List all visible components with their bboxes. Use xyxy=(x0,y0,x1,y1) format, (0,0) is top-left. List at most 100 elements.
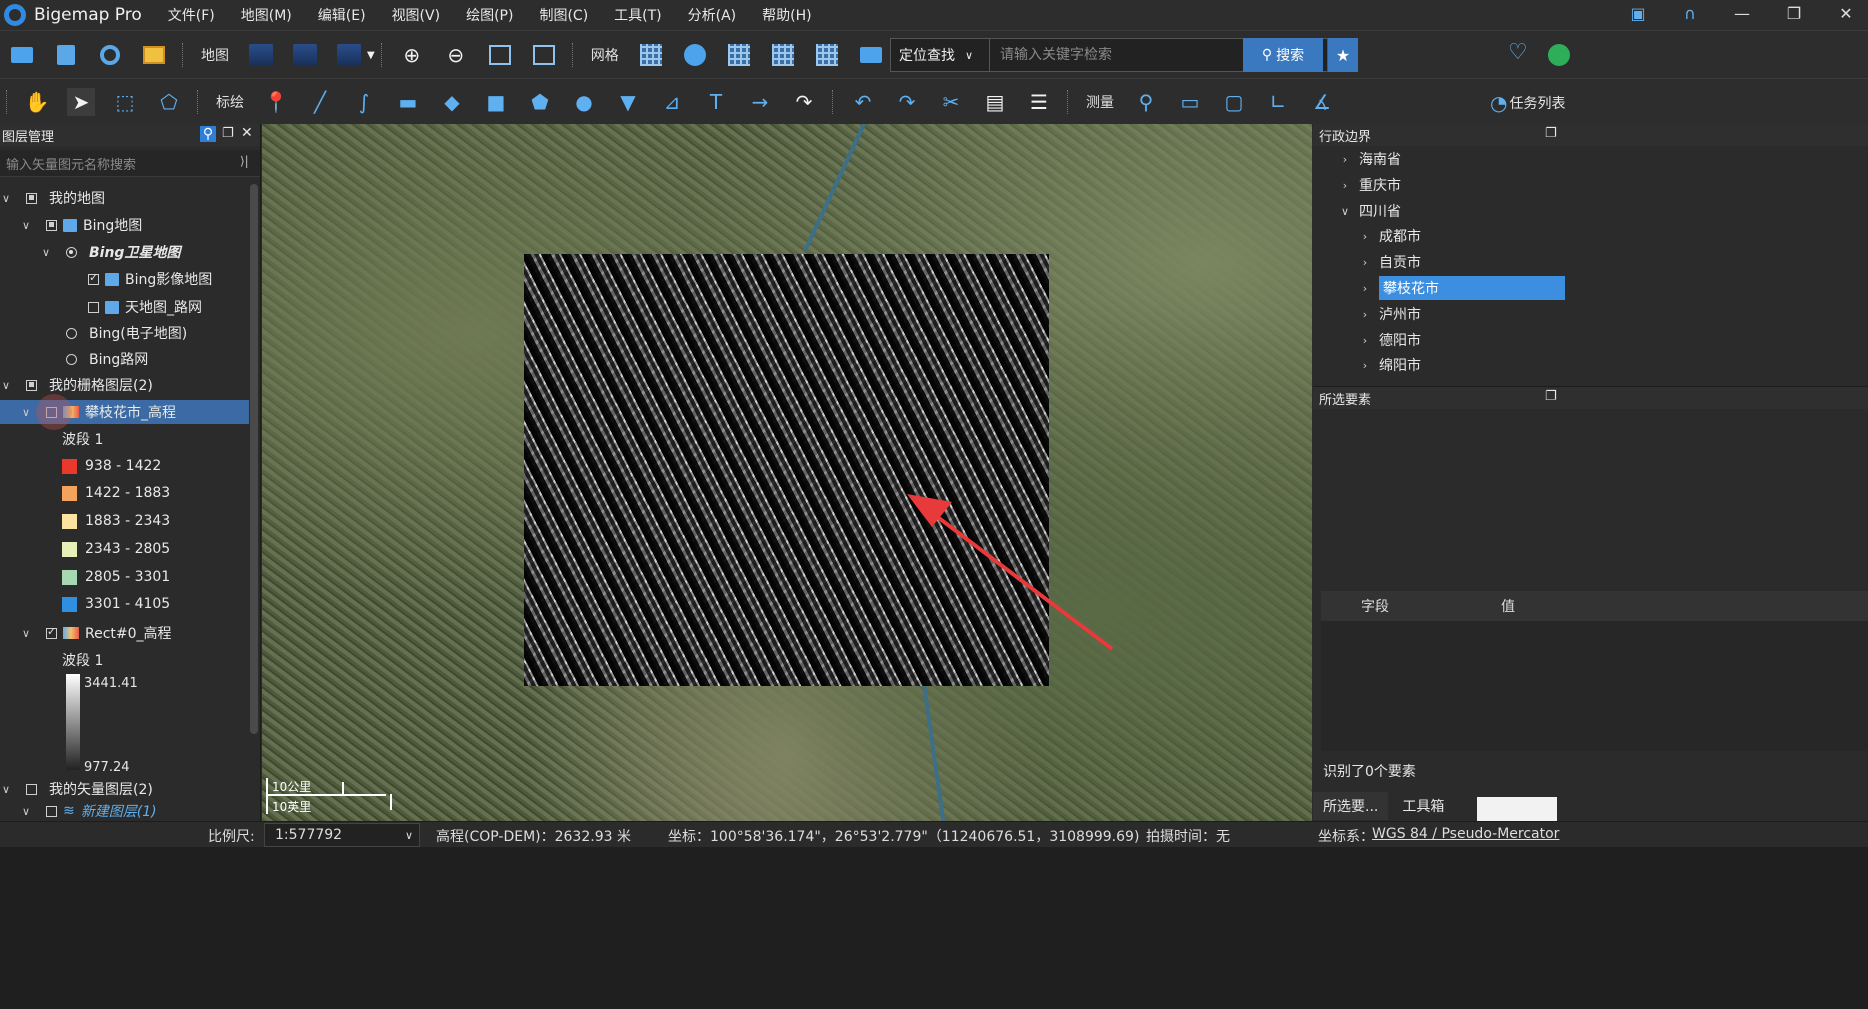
menu-file[interactable]: 文件(F) xyxy=(168,5,215,25)
map-source-button-1[interactable] xyxy=(247,41,275,69)
support-icon[interactable]: ∩ xyxy=(1678,4,1702,23)
tree-item-bing-imagery[interactable]: Bing影像地图 xyxy=(88,267,212,291)
draw-square-button[interactable]: ■ xyxy=(482,88,510,116)
chevron-down-icon[interactable]: ∨ xyxy=(20,627,32,640)
tree-item-my-map[interactable]: ∨ 我的地图 xyxy=(0,186,105,210)
tree-item-bing-map[interactable]: ∨ Bing地图 xyxy=(20,213,142,237)
zoom-in-button[interactable]: ⊕ xyxy=(398,41,426,69)
chevron-right-icon[interactable]: › xyxy=(1339,153,1351,166)
admin-item[interactable]: ∨ 四川省 xyxy=(1339,199,1401,223)
polygon-select-button[interactable]: ⬠ xyxy=(155,88,183,116)
wechat-icon[interactable] xyxy=(1548,44,1570,66)
draw-line-button[interactable]: ╱ xyxy=(306,88,334,116)
layer-checkbox[interactable] xyxy=(26,379,37,391)
menu-map[interactable]: 地图(M) xyxy=(241,5,292,25)
chevron-right-icon[interactable]: › xyxy=(1359,359,1371,372)
layer-search-input[interactable]: 输入矢量图元名称搜索 ⟩| xyxy=(0,150,260,177)
admin-item[interactable]: › 自贡市 xyxy=(1359,250,1421,274)
mgrs-grid-button[interactable] xyxy=(813,41,841,69)
admin-item[interactable]: › 重庆市 xyxy=(1339,173,1401,197)
task-list-button[interactable]: ◔ 任务列表 xyxy=(1490,91,1565,115)
close-icon[interactable]: ✕ xyxy=(241,125,253,141)
layer-radio[interactable] xyxy=(66,353,77,365)
admin-item[interactable]: › 海南省 xyxy=(1339,147,1401,171)
tab-selected-features[interactable]: 所选要... xyxy=(1313,792,1389,820)
chevron-down-icon[interactable]: ∨ xyxy=(40,246,52,259)
tab-toolbox[interactable]: 工具箱 xyxy=(1388,792,1458,820)
menu-view[interactable]: 视图(V) xyxy=(392,5,441,25)
layer-checkbox[interactable] xyxy=(46,805,57,817)
tree-item-raster-layers[interactable]: ∨ 我的栅格图层(2) xyxy=(0,373,153,397)
chevron-right-icon[interactable]: › xyxy=(1339,179,1351,192)
km-grid-button[interactable] xyxy=(725,41,753,69)
chevron-down-icon[interactable]: ∨ xyxy=(20,406,32,419)
redo-button[interactable]: ↷ xyxy=(893,88,921,116)
chevron-right-icon[interactable]: › xyxy=(1359,308,1371,321)
nm-grid-button[interactable] xyxy=(769,41,797,69)
tree-item-tianditu-road[interactable]: 天地图_路网 xyxy=(88,295,202,319)
tree-item-rect-dem[interactable]: ∨ Rect#0_高程 xyxy=(20,621,172,645)
favorite-button[interactable]: ★ xyxy=(1328,38,1358,72)
draw-polygon-button[interactable]: ⬟ xyxy=(526,88,554,116)
pan-button[interactable]: ✋ xyxy=(23,88,51,116)
layer-checkbox[interactable] xyxy=(88,271,99,285)
menu-cartography[interactable]: 制图(C) xyxy=(539,5,588,25)
tree-item-bing-road[interactable]: Bing路网 xyxy=(66,347,148,371)
menu-edit[interactable]: 编辑(E) xyxy=(318,5,366,25)
draw-arrow-shape-button[interactable]: ◆ xyxy=(438,88,466,116)
full-extent-button[interactable] xyxy=(486,41,514,69)
export-image-button[interactable] xyxy=(140,41,168,69)
map-view[interactable]: 10公里 10英里 xyxy=(262,124,1312,821)
user-icon[interactable]: ♡ xyxy=(1508,40,1528,65)
measure-distance-button[interactable]: ▭ xyxy=(1176,88,1204,116)
measure-angle-button[interactable]: ∟ xyxy=(1264,88,1292,116)
measure-location-button[interactable]: ⚲ xyxy=(1132,88,1160,116)
admin-item-selected[interactable]: › 攀枝花市 xyxy=(1359,276,1565,300)
float-panel-icon[interactable]: ❐ xyxy=(1545,389,1557,404)
cut-button[interactable]: ✂ xyxy=(937,88,965,116)
admin-item[interactable]: › 成都市 xyxy=(1359,224,1421,248)
layer-checkbox[interactable] xyxy=(46,219,57,231)
select-button[interactable]: ➤ xyxy=(67,88,95,116)
message-icon[interactable]: ▣ xyxy=(1626,4,1650,23)
draw-point-button[interactable]: 📍 xyxy=(262,88,290,116)
layer-panel-scrollbar[interactable] xyxy=(250,184,258,734)
layer-checkbox[interactable] xyxy=(26,192,37,204)
minimize-button[interactable]: — xyxy=(1730,4,1754,23)
close-button[interactable]: ✕ xyxy=(1834,4,1858,23)
admin-item[interactable]: › 绵阳市 xyxy=(1359,353,1421,377)
zoom-out-button[interactable]: ⊖ xyxy=(442,41,470,69)
menu-analysis[interactable]: 分析(A) xyxy=(688,5,737,25)
tree-item-bing-satellite[interactable]: ∨ Bing卫星地图 xyxy=(40,240,181,264)
chevron-down-icon[interactable]: ∨ xyxy=(0,379,12,392)
draw-circle-button[interactable]: ● xyxy=(570,88,598,116)
chevron-down-icon[interactable]: ∨ xyxy=(0,192,12,205)
chevron-right-icon[interactable]: › xyxy=(1359,282,1371,295)
box-select-button[interactable]: ⬚ xyxy=(111,88,139,116)
draw-rectangle-button[interactable]: ▬ xyxy=(394,88,422,116)
search-button[interactable]: ⚲ 搜索 xyxy=(1243,38,1323,72)
layer-radio[interactable] xyxy=(66,246,77,258)
float-panel-icon[interactable]: ❐ xyxy=(1545,126,1557,141)
chevron-down-icon[interactable]: ∨ xyxy=(0,783,12,796)
chevron-right-icon[interactable]: › xyxy=(1359,256,1371,269)
chevron-down-icon[interactable]: ∨ xyxy=(20,219,32,232)
attribute-table-button[interactable]: ▤ xyxy=(981,88,1009,116)
menu-help[interactable]: 帮助(H) xyxy=(762,5,811,25)
chevron-right-icon[interactable]: › xyxy=(1359,334,1371,347)
zoom-extent-button[interactable] xyxy=(530,41,558,69)
crs-link[interactable]: WGS 84 / Pseudo-Mercator xyxy=(1372,826,1559,842)
chevron-right-icon[interactable]: › xyxy=(1359,230,1371,243)
grid-button[interactable] xyxy=(637,41,665,69)
map-source-button-2[interactable] xyxy=(291,41,319,69)
undo-button[interactable]: ↶ xyxy=(849,88,877,116)
admin-item[interactable]: › 德阳市 xyxy=(1359,328,1421,352)
search-type-select[interactable]: 定位查找 ∨ xyxy=(891,39,990,71)
settings-button[interactable] xyxy=(96,41,124,69)
measure-azimuth-button[interactable]: ∡ xyxy=(1308,88,1336,116)
draw-curve-button[interactable]: ∫ xyxy=(350,88,378,116)
tree-item-new-layer[interactable]: ∨ ≋ 新建图层(1) xyxy=(20,802,157,820)
collapse-icon[interactable]: ⟩| xyxy=(240,154,249,168)
draw-sector-button[interactable]: ▼ xyxy=(614,88,642,116)
map-source-button-3[interactable] xyxy=(335,41,363,69)
